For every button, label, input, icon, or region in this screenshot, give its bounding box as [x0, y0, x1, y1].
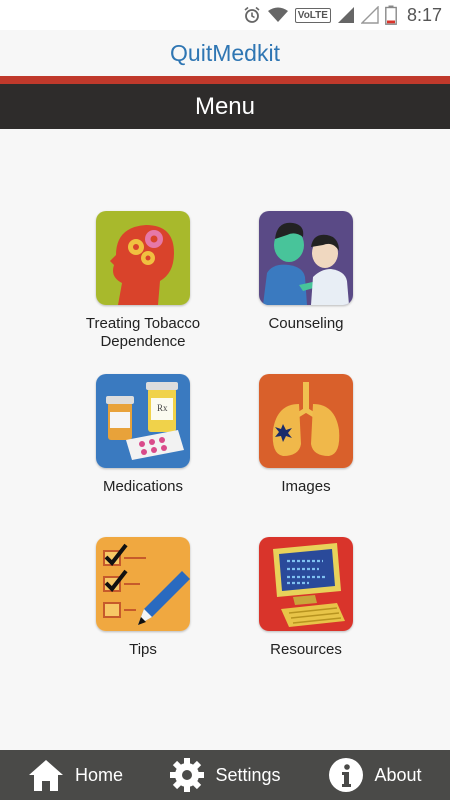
- volte-badge: VoLTE: [294, 7, 331, 23]
- nav-about-label: About: [374, 764, 422, 785]
- app-title: QuitMedkit: [170, 39, 280, 66]
- tile-images[interactable]: Images: [216, 374, 396, 496]
- clock: 8:17: [406, 4, 442, 25]
- computer-icon: [259, 537, 353, 631]
- tile-label: Resources: [270, 641, 342, 658]
- status-bar: VoLTE 8:17: [0, 0, 450, 30]
- signal-empty-icon: [360, 6, 379, 24]
- nav-settings-button[interactable]: Settings: [150, 757, 300, 793]
- app-header: QuitMedkit: [0, 30, 450, 76]
- pill-bottles-icon: Rx: [96, 374, 190, 468]
- nav-settings-label: Settings: [215, 764, 281, 785]
- nav-home-button[interactable]: Home: [0, 758, 150, 792]
- tile-label: Treating Tobacco Dependence: [85, 315, 201, 350]
- tile-label: Medications: [102, 478, 184, 495]
- battery-icon: [385, 5, 397, 25]
- alarm-icon: [244, 6, 260, 23]
- home-icon: [28, 760, 63, 791]
- signal-icon: [337, 7, 354, 23]
- wifi-icon: [267, 7, 288, 22]
- gear-icon: [170, 758, 205, 792]
- tile-label: Images: [281, 478, 331, 495]
- tile-counseling[interactable]: Counseling: [216, 211, 396, 333]
- people-talking-icon: [259, 211, 353, 305]
- menu-title: Menu: [194, 92, 256, 120]
- brain-gears-icon: [96, 211, 190, 305]
- tile-resources[interactable]: Resources: [216, 537, 396, 659]
- bottom-navigation: Home Settings About: [0, 750, 450, 800]
- info-icon: [329, 758, 364, 792]
- svg-text:Rx: Rx: [157, 403, 168, 413]
- menu-bar: Menu: [0, 84, 450, 129]
- nav-home-label: Home: [74, 764, 123, 785]
- checklist-icon: [96, 537, 190, 631]
- tile-label: Tips: [129, 641, 157, 658]
- tile-medications[interactable]: Rx Medications: [53, 374, 233, 496]
- tile-treating-tobacco-dependence[interactable]: Treating Tobacco Dependence: [53, 211, 233, 351]
- tile-label: Counseling: [268, 315, 344, 332]
- nav-about-button[interactable]: About: [300, 757, 450, 793]
- lungs-icon: [259, 374, 353, 468]
- accent-divider: [0, 76, 450, 84]
- tile-tips[interactable]: Tips: [53, 537, 233, 659]
